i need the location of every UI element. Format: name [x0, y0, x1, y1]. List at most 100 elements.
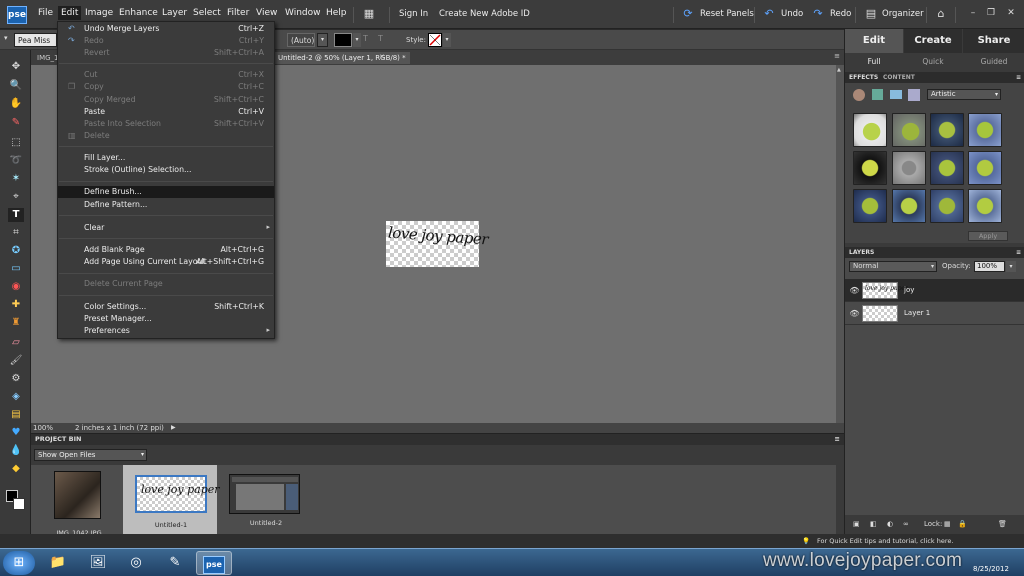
scroll-up-icon[interactable]: ▲	[837, 67, 843, 73]
thumb-untitled-1[interactable]: love joy paper Untitled-1	[135, 475, 220, 529]
menu-item-cut[interactable]: Cut Ctrl+X	[58, 69, 274, 81]
blur-tool-icon[interactable]: 💧	[8, 444, 24, 458]
close-icon[interactable]: ✕	[1004, 7, 1018, 20]
brush-tool-icon[interactable]: 🖌	[8, 354, 24, 368]
menu-help[interactable]: Help	[326, 8, 347, 18]
menu-item-preset-manager[interactable]: Preset Manager...	[58, 313, 274, 325]
menu-item-color-settings[interactable]: Color Settings... Shift+Ctrl+K	[58, 301, 274, 313]
menu-item-paste-into-selection[interactable]: Paste Into Selection Shift+Ctrl+V	[58, 118, 274, 130]
effect-thumbnail[interactable]	[853, 113, 887, 147]
paint-bucket-tool-icon[interactable]: ◈	[8, 390, 24, 404]
tab-untitled-2[interactable]: Untitled-2 @ 50% (Layer 1, RGB/8) *	[274, 52, 410, 64]
effect-thumbnail[interactable]	[968, 113, 1002, 147]
photoshop-elements-taskbar-icon[interactable]: pse	[196, 551, 232, 575]
minimize-icon[interactable]: –	[966, 7, 980, 20]
menu-item-copy-merged[interactable]: Copy Merged Shift+Ctrl+C	[58, 94, 274, 106]
undo-button[interactable]: Undo	[781, 9, 803, 19]
menu-item-revert[interactable]: Revert Shift+Ctrl+A	[58, 47, 274, 59]
layer-name[interactable]: Layer 1	[904, 309, 930, 317]
organizer-button[interactable]: Organizer	[882, 9, 924, 19]
eyedropper-tool-icon[interactable]: ✎	[8, 116, 24, 130]
gradient-tool-icon[interactable]: ▤	[8, 408, 24, 422]
effects-category-select[interactable]: Artistic ▾	[927, 89, 1001, 100]
type-tool-icon[interactable]: T	[8, 208, 24, 222]
menu-item-copy[interactable]: ❐ Copy Ctrl+C	[58, 81, 274, 93]
filters-icon[interactable]	[853, 89, 865, 101]
menu-item-stroke-selection[interactable]: Stroke (Outline) Selection...	[58, 164, 274, 176]
chrome-taskbar-icon[interactable]: ◎	[118, 551, 154, 575]
clock-date[interactable]: 8/25/2012	[973, 565, 1009, 573]
undo-icon[interactable]: ↶	[762, 7, 776, 20]
menu-file[interactable]: File	[38, 8, 53, 18]
hand-tool-icon[interactable]: ✋	[8, 97, 24, 111]
effect-thumbnail[interactable]	[968, 151, 1002, 185]
panel-menu-icon[interactable]: ≡	[834, 52, 840, 60]
chevron-down-icon[interactable]: ▾	[353, 33, 361, 47]
thumb-untitled-2[interactable]: Untitled-2	[229, 474, 300, 527]
status-arrow-icon[interactable]: ▶	[171, 423, 176, 433]
menu-layer[interactable]: Layer	[162, 8, 187, 18]
tab-guided[interactable]: Guided	[963, 55, 1024, 69]
sign-in-link[interactable]: Sign In	[399, 9, 428, 19]
draw-taskbar-icon[interactable]: ✎	[157, 551, 193, 575]
menu-item-delete[interactable]: ▥ Delete	[58, 130, 274, 142]
lock-all-icon[interactable]: 🔒	[958, 515, 967, 534]
organizer-icon[interactable]: ▤	[864, 7, 878, 20]
lasso-tool-icon[interactable]: ➰	[8, 154, 24, 168]
apply-button[interactable]: Apply	[968, 231, 1008, 241]
redo-button[interactable]: Redo	[830, 9, 851, 19]
close-tab-icon[interactable]: ✕	[379, 53, 385, 61]
warp-text-icon[interactable]: T	[363, 34, 368, 43]
chevron-down-icon[interactable]: ▾	[1006, 261, 1016, 272]
tab-create[interactable]: Create	[904, 29, 962, 53]
eraser-tool-icon[interactable]: ▱	[8, 336, 24, 350]
visibility-eye-icon[interactable]: 👁	[849, 308, 860, 319]
link-layers-icon[interactable]: ∞	[903, 515, 909, 534]
home-icon[interactable]: ⌂	[934, 7, 948, 20]
layer-row-layer-1[interactable]: 👁 Layer 1	[845, 302, 1024, 325]
cookie-cutter-tool-icon[interactable]: ✪	[8, 244, 24, 258]
effect-thumbnail[interactable]	[892, 151, 926, 185]
healing-brush-tool-icon[interactable]: ✚	[8, 298, 24, 312]
visibility-eye-icon[interactable]: 👁	[849, 285, 860, 296]
crop-tool-icon[interactable]: ⌗	[8, 226, 24, 240]
panel-menu-icon[interactable]: ≡	[1016, 247, 1021, 258]
photo-effects-icon[interactable]	[890, 90, 902, 99]
move-tool-icon[interactable]: ✥	[8, 60, 24, 74]
thumb-img-1042[interactable]: IMG_1042.JPG	[54, 471, 102, 537]
menu-item-clear[interactable]: Clear ▸	[58, 222, 274, 234]
vertical-text-icon[interactable]: T	[378, 34, 383, 43]
zoom-level[interactable]: 100%	[33, 423, 53, 433]
effect-thumbnail[interactable]	[853, 151, 887, 185]
clone-stamp-tool-icon[interactable]: ♜	[8, 316, 24, 330]
leading-select[interactable]: (Auto)	[287, 33, 315, 47]
layer-row-joy[interactable]: 👁 love joy paper joy	[845, 279, 1024, 302]
workspace-icon[interactable]: ▦	[362, 7, 376, 20]
smart-brush-tool-icon[interactable]: ⚙	[8, 372, 24, 386]
menu-item-undo-merge-layers[interactable]: ↶ Undo Merge Layers Ctrl+Z	[58, 23, 274, 35]
tab-quick[interactable]: Quick	[904, 55, 962, 69]
menu-item-delete-current-page[interactable]: Delete Current Page	[58, 278, 274, 290]
reset-panels-icon[interactable]: ⟳	[681, 7, 695, 20]
panel-menu-icon[interactable]: ≡	[835, 434, 840, 445]
tab-effects[interactable]: EFFECTS	[849, 72, 878, 83]
media-taskbar-icon[interactable]: 🖼	[80, 551, 116, 575]
layer-styles-icon[interactable]	[872, 89, 883, 100]
marquee-tool-icon[interactable]: ⬚	[8, 136, 24, 150]
blend-mode-select[interactable]: Normal ▾	[849, 261, 937, 272]
effect-thumbnail[interactable]	[968, 189, 1002, 223]
magic-wand-tool-icon[interactable]: ✶	[8, 172, 24, 186]
trash-icon[interactable]: 🗑	[998, 515, 1007, 534]
menu-window[interactable]: Window	[285, 8, 321, 18]
menu-item-define-brush[interactable]: Define Brush...	[58, 186, 274, 198]
effect-thumbnail[interactable]	[930, 113, 964, 147]
red-eye-tool-icon[interactable]: ◉	[8, 280, 24, 294]
style-swatch[interactable]	[428, 33, 442, 47]
vertical-scrollbar[interactable]: ▲	[836, 65, 844, 423]
background-color-swatch[interactable]	[13, 498, 25, 510]
add-mask-icon[interactable]: ◐	[887, 515, 893, 534]
menu-image[interactable]: Image	[85, 8, 113, 18]
tool-preset-icon[interactable]: ▾	[4, 34, 8, 42]
text-color-swatch[interactable]	[334, 33, 352, 47]
effect-thumbnail[interactable]	[853, 189, 887, 223]
